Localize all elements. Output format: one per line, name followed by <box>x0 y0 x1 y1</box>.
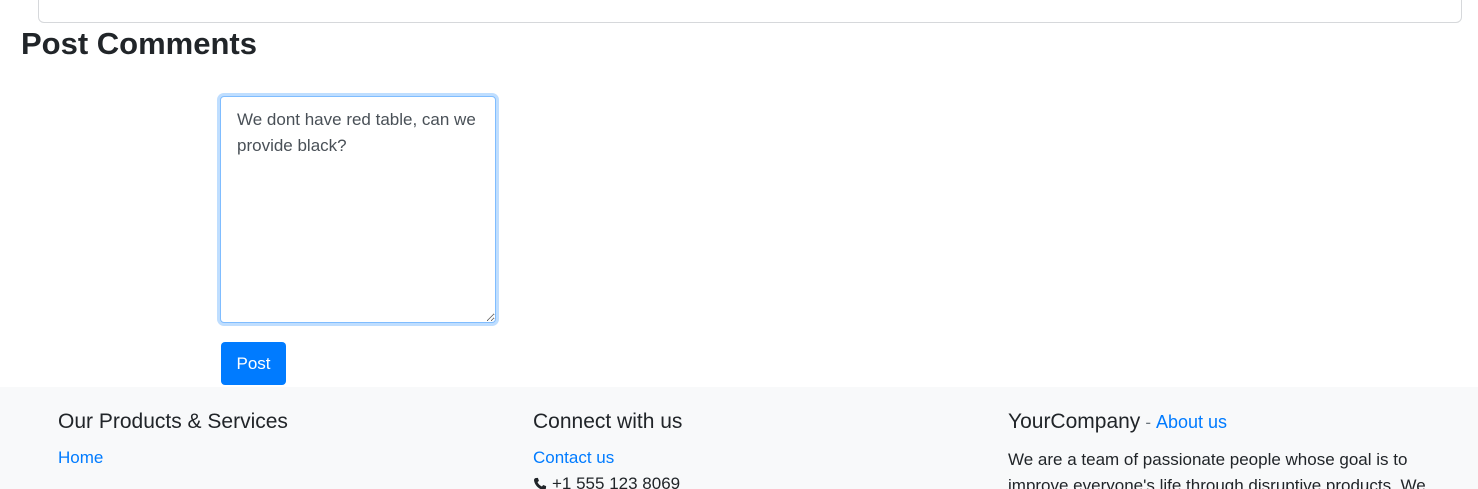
footer-contact-link[interactable]: Contact us <box>533 446 614 470</box>
footer-phone-number: +1 555 123 8069 <box>552 474 681 489</box>
footer-separator: - <box>1145 413 1151 432</box>
page: Post Comments We dont have red table, ca… <box>0 0 1478 489</box>
comment-textarea[interactable]: We dont have red table, can we provide b… <box>220 96 496 323</box>
footer-company-heading: YourCompany - About us <box>1008 409 1227 436</box>
footer-phone: +1 555 123 8069 <box>533 473 680 489</box>
footer-company-name: YourCompany <box>1008 410 1141 433</box>
footer: Our Products & Services Home Connect wit… <box>0 387 1478 489</box>
footer-about-link[interactable]: About us <box>1156 412 1227 432</box>
section-title: Post Comments <box>21 26 257 61</box>
footer-company-description: We are a team of passionate people whose… <box>1008 450 1426 489</box>
content-card <box>38 0 1462 23</box>
footer-connect-heading: Connect with us <box>533 410 683 433</box>
post-button[interactable]: Post <box>221 342 286 385</box>
phone-icon <box>534 477 547 489</box>
footer-home-link[interactable]: Home <box>58 446 103 470</box>
footer-products-heading: Our Products & Services <box>58 410 288 433</box>
